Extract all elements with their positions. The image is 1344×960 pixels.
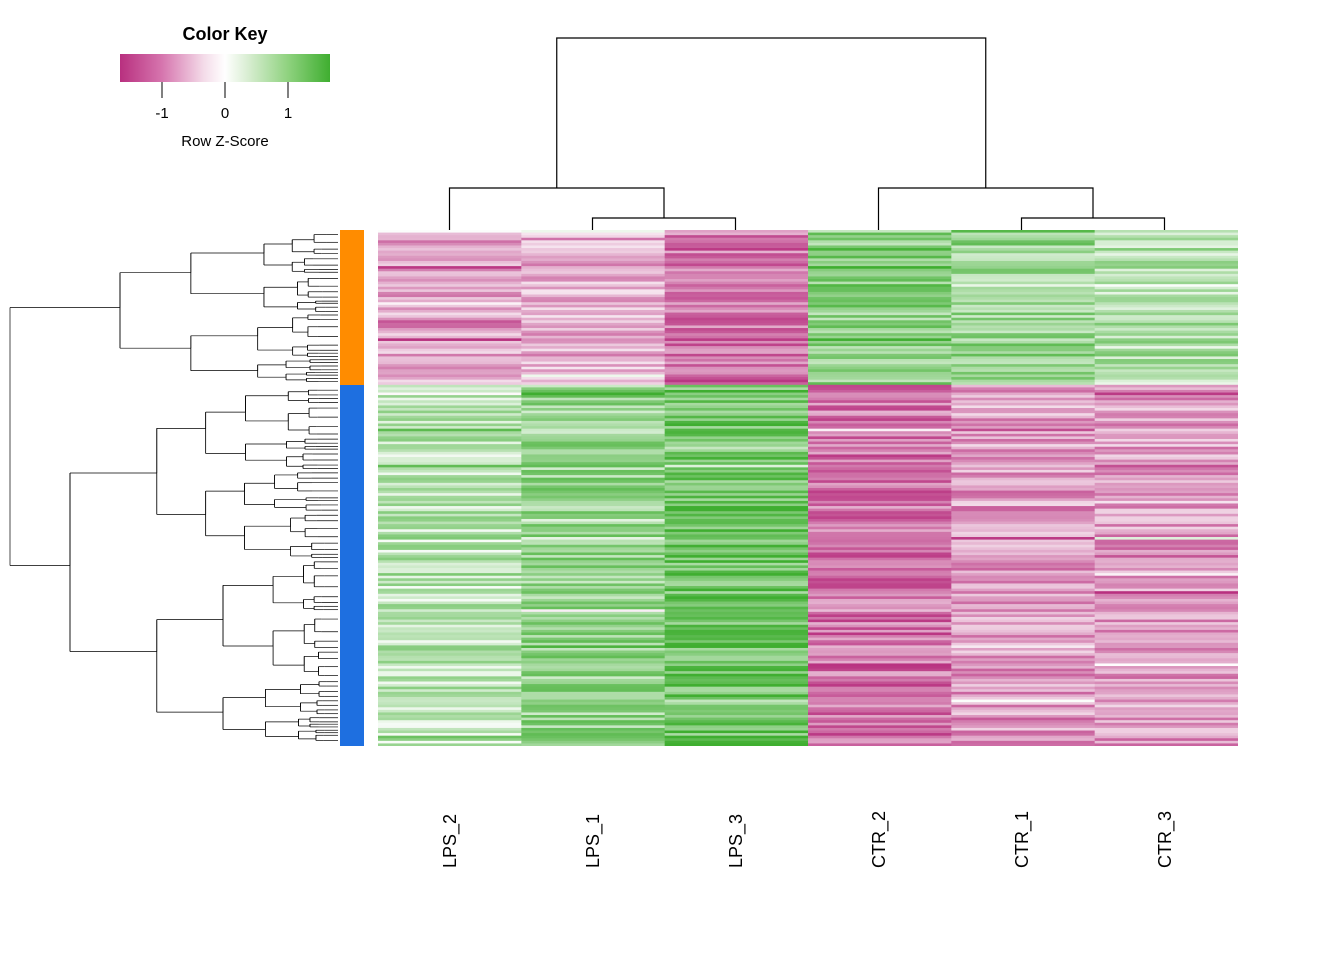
col-label-1: LPS_1	[583, 814, 604, 868]
col-label-3: CTR_2	[869, 811, 890, 868]
cluster-B-bar	[340, 385, 364, 746]
color-key: Color Key -1 0 1 Row Z-Score	[100, 18, 350, 198]
col-label-2: LPS_3	[726, 814, 747, 868]
col-label-5: CTR_3	[1155, 811, 1176, 868]
scale-tick-0: 0	[221, 105, 229, 122]
scale-tick-neg1: -1	[155, 105, 168, 122]
heatmap-body	[378, 230, 1238, 746]
row-dendrogram	[0, 230, 340, 746]
color-key-title: Color Key	[182, 24, 267, 44]
cluster-A-bar	[340, 230, 364, 385]
scale-tick-pos1: 1	[284, 105, 292, 122]
col-label-4: CTR_1	[1012, 811, 1033, 868]
column-labels: LPS_2 LPS_1 LPS_3 CTR_2 CTR_1 CTR_3	[378, 748, 1238, 888]
row-cluster-bar	[340, 230, 364, 746]
color-key-xlabel: Row Z-Score	[181, 133, 269, 150]
col-label-0: LPS_2	[440, 814, 461, 868]
column-dendrogram-clean	[378, 20, 1238, 232]
